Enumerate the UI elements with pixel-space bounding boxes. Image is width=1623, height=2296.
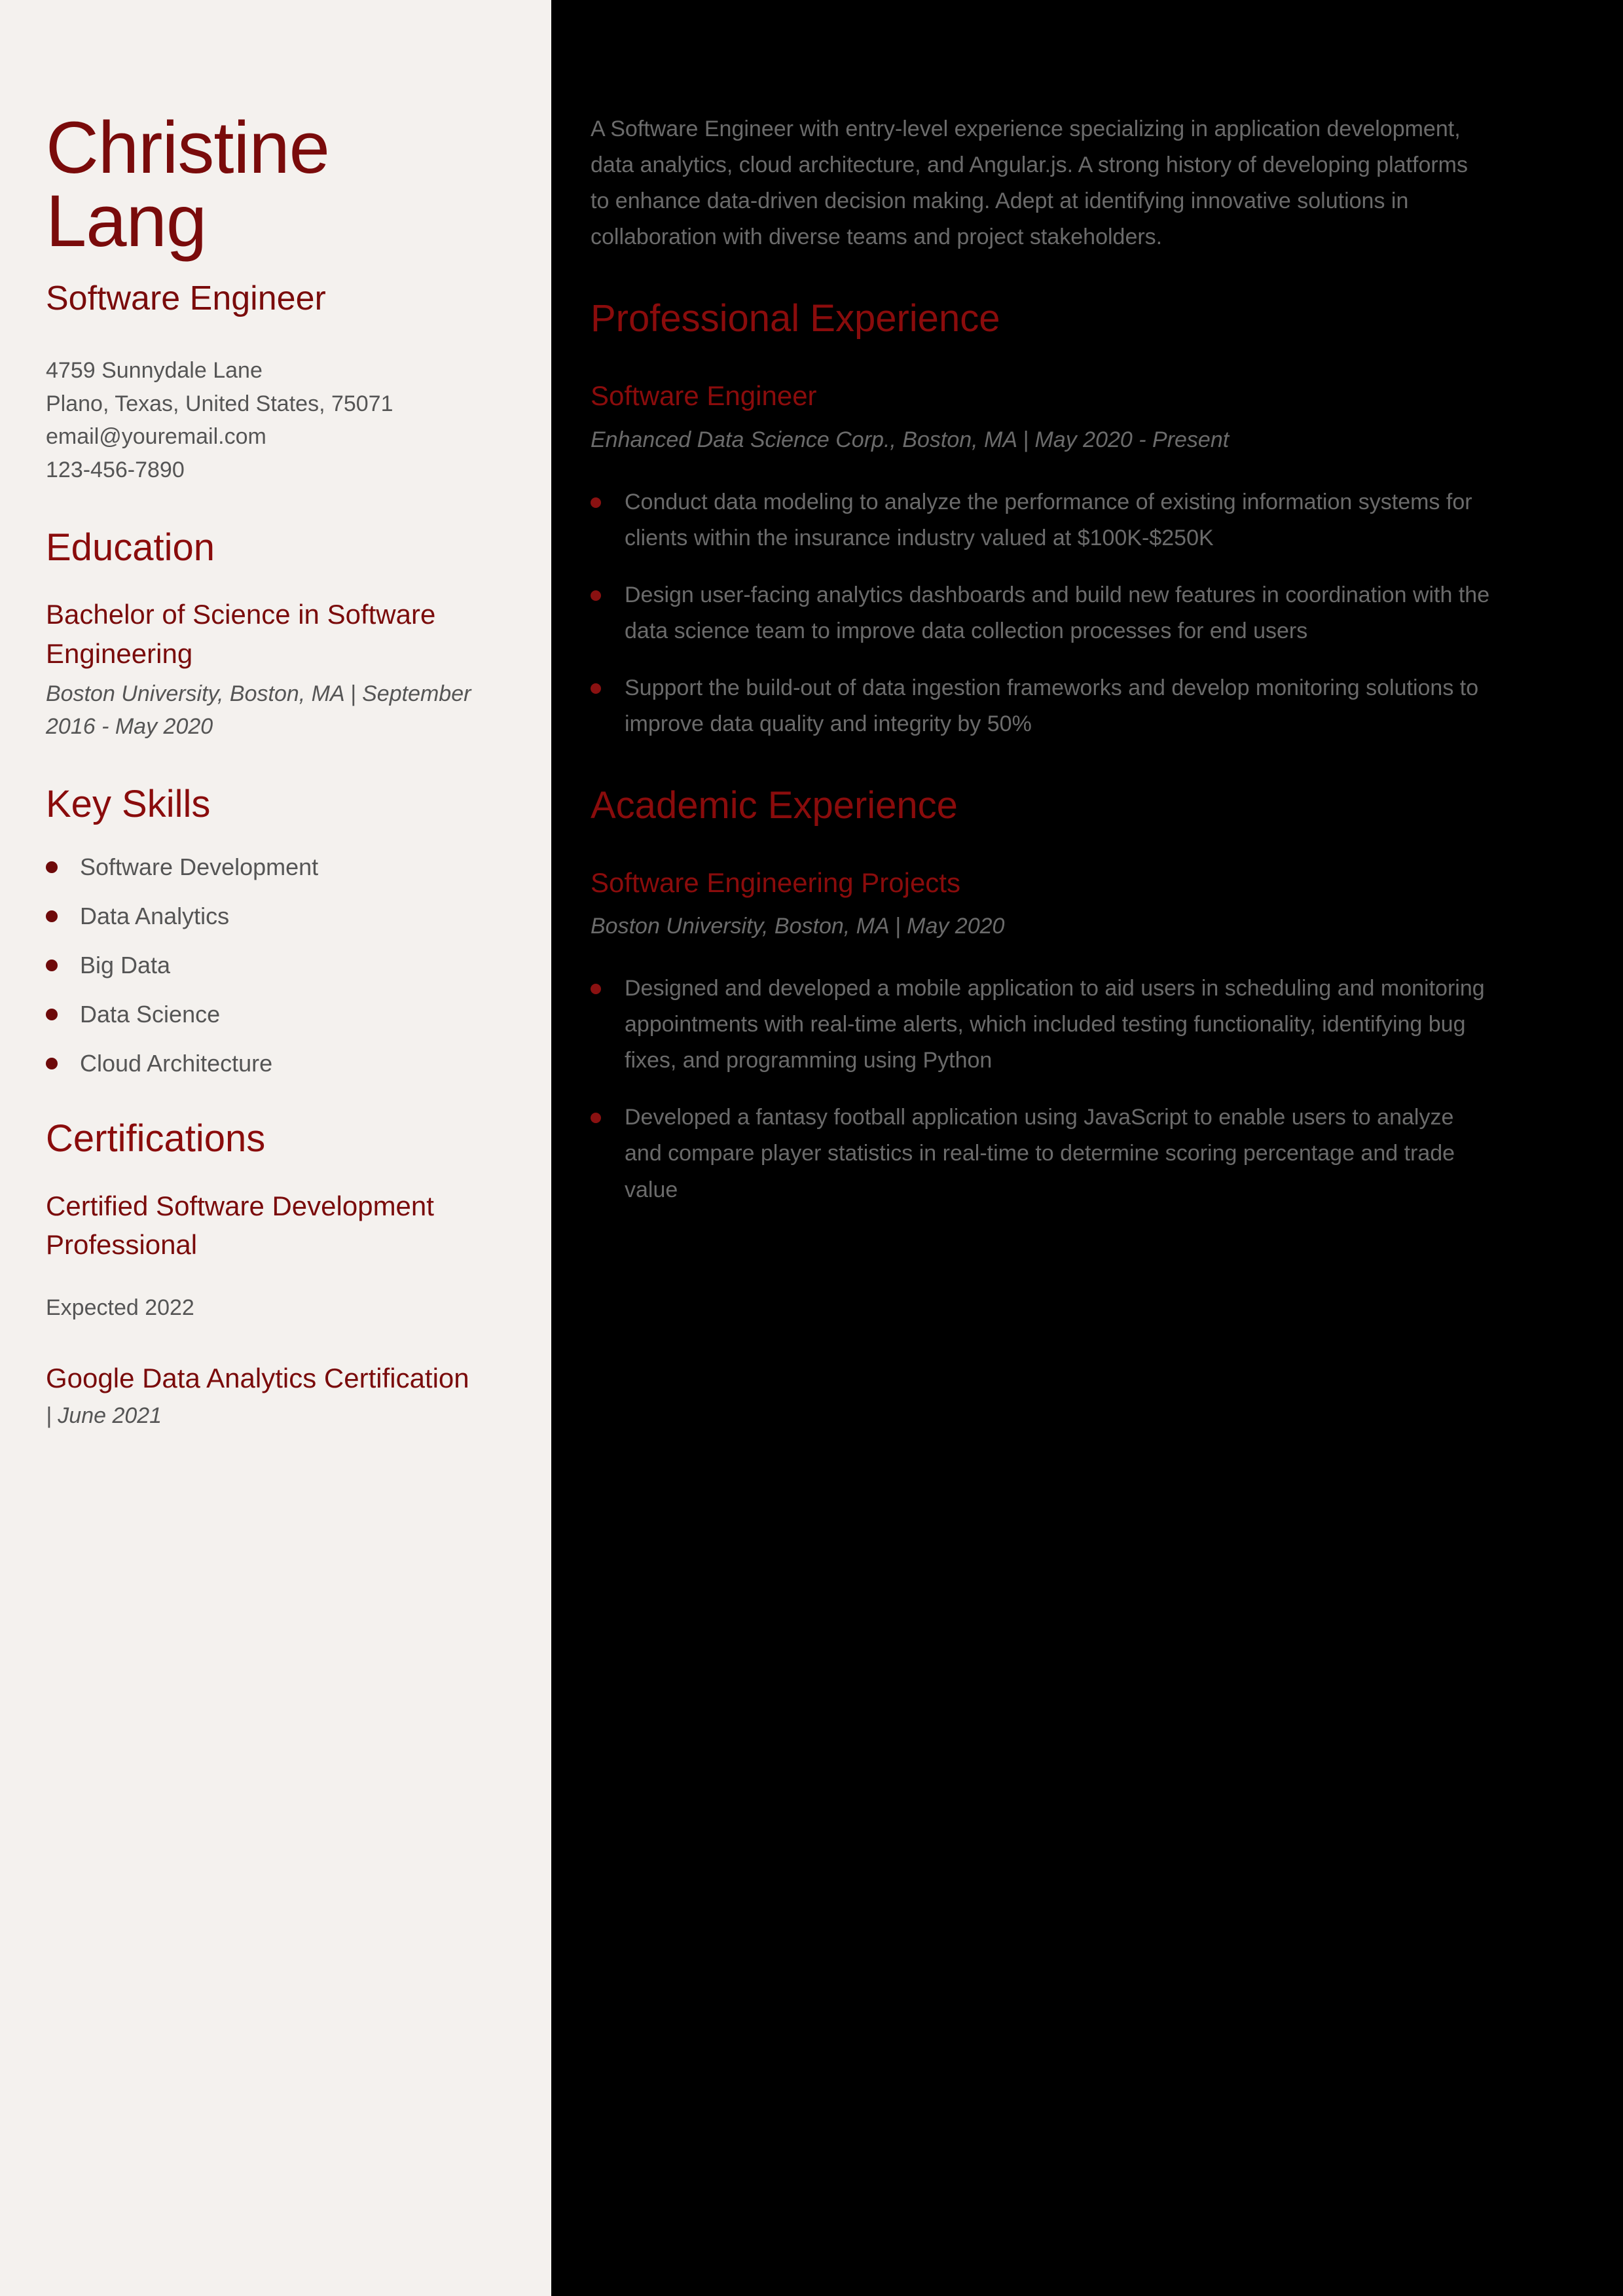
bullet-icon bbox=[46, 861, 58, 873]
certification-name: Google Data Analytics Certification bbox=[46, 1362, 469, 1393]
list-item: Developed a fantasy football application… bbox=[591, 1100, 1492, 1208]
duty-list: Designed and developed a mobile applicat… bbox=[591, 971, 1492, 1208]
duty-text: Support the build-out of data ingestion … bbox=[625, 675, 1479, 736]
duty-text: Conduct data modeling to analyze the per… bbox=[625, 489, 1472, 550]
experience-role: Software Engineer Enhanced Data Science … bbox=[591, 378, 1492, 742]
key-skills-section: Key Skills Software Development Data Ana… bbox=[46, 781, 500, 1078]
certification-meta: Expected 2022 bbox=[46, 1295, 194, 1320]
resume-page: Christine Lang Software Engineer 4759 Su… bbox=[0, 0, 1623, 2296]
certifications-heading: Certifications bbox=[46, 1117, 266, 1160]
bullet-icon bbox=[591, 984, 601, 995]
role-meta: Boston University, Boston, MA | May 2020 bbox=[591, 914, 1005, 939]
key-skills-heading: Key Skills bbox=[46, 783, 211, 826]
education-degree: Bachelor of Science in Software Engineer… bbox=[46, 599, 436, 669]
list-item: Data Analytics bbox=[46, 901, 500, 931]
duty-list: Conduct data modeling to analyze the per… bbox=[591, 484, 1492, 742]
list-item: Design user-facing analytics dashboards … bbox=[591, 577, 1492, 649]
professional-experience-heading: Professional Experience bbox=[591, 297, 1000, 340]
contact-block: 4759 Sunnydale Lane Plano, Texas, United… bbox=[46, 354, 500, 487]
duty-text: Designed and developed a mobile applicat… bbox=[625, 976, 1485, 1073]
list-item: Software Development bbox=[46, 852, 500, 882]
contact-email[interactable]: email@youremail.com bbox=[46, 420, 500, 454]
duty-text: Developed a fantasy football application… bbox=[625, 1105, 1455, 1202]
contact-city-line: Plano, Texas, United States, 75071 bbox=[46, 391, 393, 416]
candidate-name: Christine Lang bbox=[46, 107, 330, 262]
key-skills-list: Software Development Data Analytics Big … bbox=[46, 852, 500, 1078]
bullet-icon bbox=[591, 590, 601, 601]
candidate-job-title: Software Engineer bbox=[46, 279, 326, 317]
certification-name: Certified Software Development Professio… bbox=[46, 1190, 434, 1261]
contact-address-line: 4759 Sunnydale Lane bbox=[46, 358, 263, 383]
list-item: Data Science bbox=[46, 999, 500, 1029]
certifications-section: Certifications Certified Software Develo… bbox=[46, 1116, 500, 1433]
education-entry: Bachelor of Science in Software Engineer… bbox=[46, 595, 500, 744]
academic-experience-section: Academic Experience Software Engineering… bbox=[591, 783, 1492, 1208]
bullet-icon bbox=[591, 497, 601, 508]
bullet-icon bbox=[591, 1113, 601, 1124]
list-item: Big Data bbox=[46, 950, 500, 980]
role-title: Software Engineer bbox=[591, 380, 817, 411]
bullet-icon bbox=[591, 683, 601, 694]
list-item: Cloud Architecture bbox=[46, 1049, 500, 1078]
bullet-icon bbox=[46, 1058, 58, 1069]
list-item: Conduct data modeling to analyze the per… bbox=[591, 484, 1492, 556]
list-item: Designed and developed a mobile applicat… bbox=[591, 971, 1492, 1079]
role-title: Software Engineering Projects bbox=[591, 867, 960, 898]
duty-text: Design user-facing analytics dashboards … bbox=[625, 582, 1490, 643]
academic-role: Software Engineering Projects Boston Uni… bbox=[591, 865, 1492, 1208]
skill-label: Data Science bbox=[80, 1001, 221, 1028]
contact-phone[interactable]: 123-456-7890 bbox=[46, 454, 500, 487]
professional-summary: A Software Engineer with entry-level exp… bbox=[591, 117, 1468, 250]
professional-experience-section: Professional Experience Software Enginee… bbox=[591, 296, 1492, 742]
certification-entry: Google Data Analytics Certification | Ju… bbox=[46, 1359, 500, 1433]
name-block: Christine Lang Software Engineer bbox=[46, 111, 500, 320]
education-heading: Education bbox=[46, 526, 215, 569]
main-column: A Software Engineer with entry-level exp… bbox=[551, 0, 1623, 2296]
skill-label: Big Data bbox=[80, 952, 171, 978]
education-meta: Boston University, Boston, MA | Septembe… bbox=[46, 681, 471, 740]
academic-experience-heading: Academic Experience bbox=[591, 783, 958, 827]
skill-label: Software Development bbox=[80, 853, 319, 880]
list-item: Support the build-out of data ingestion … bbox=[591, 670, 1492, 742]
bullet-icon bbox=[46, 910, 58, 922]
skill-label: Data Analytics bbox=[80, 903, 230, 929]
certification-meta: | June 2021 bbox=[46, 1403, 162, 1429]
bullet-icon bbox=[46, 960, 58, 971]
sidebar-column: Christine Lang Software Engineer 4759 Su… bbox=[0, 0, 551, 2296]
bullet-icon bbox=[46, 1009, 58, 1020]
skill-label: Cloud Architecture bbox=[80, 1050, 273, 1077]
education-section: Education Bachelor of Science in Softwar… bbox=[46, 525, 500, 744]
certification-entry: Certified Software Development Professio… bbox=[46, 1187, 500, 1325]
role-meta: Enhanced Data Science Corp., Boston, MA … bbox=[591, 427, 1230, 452]
